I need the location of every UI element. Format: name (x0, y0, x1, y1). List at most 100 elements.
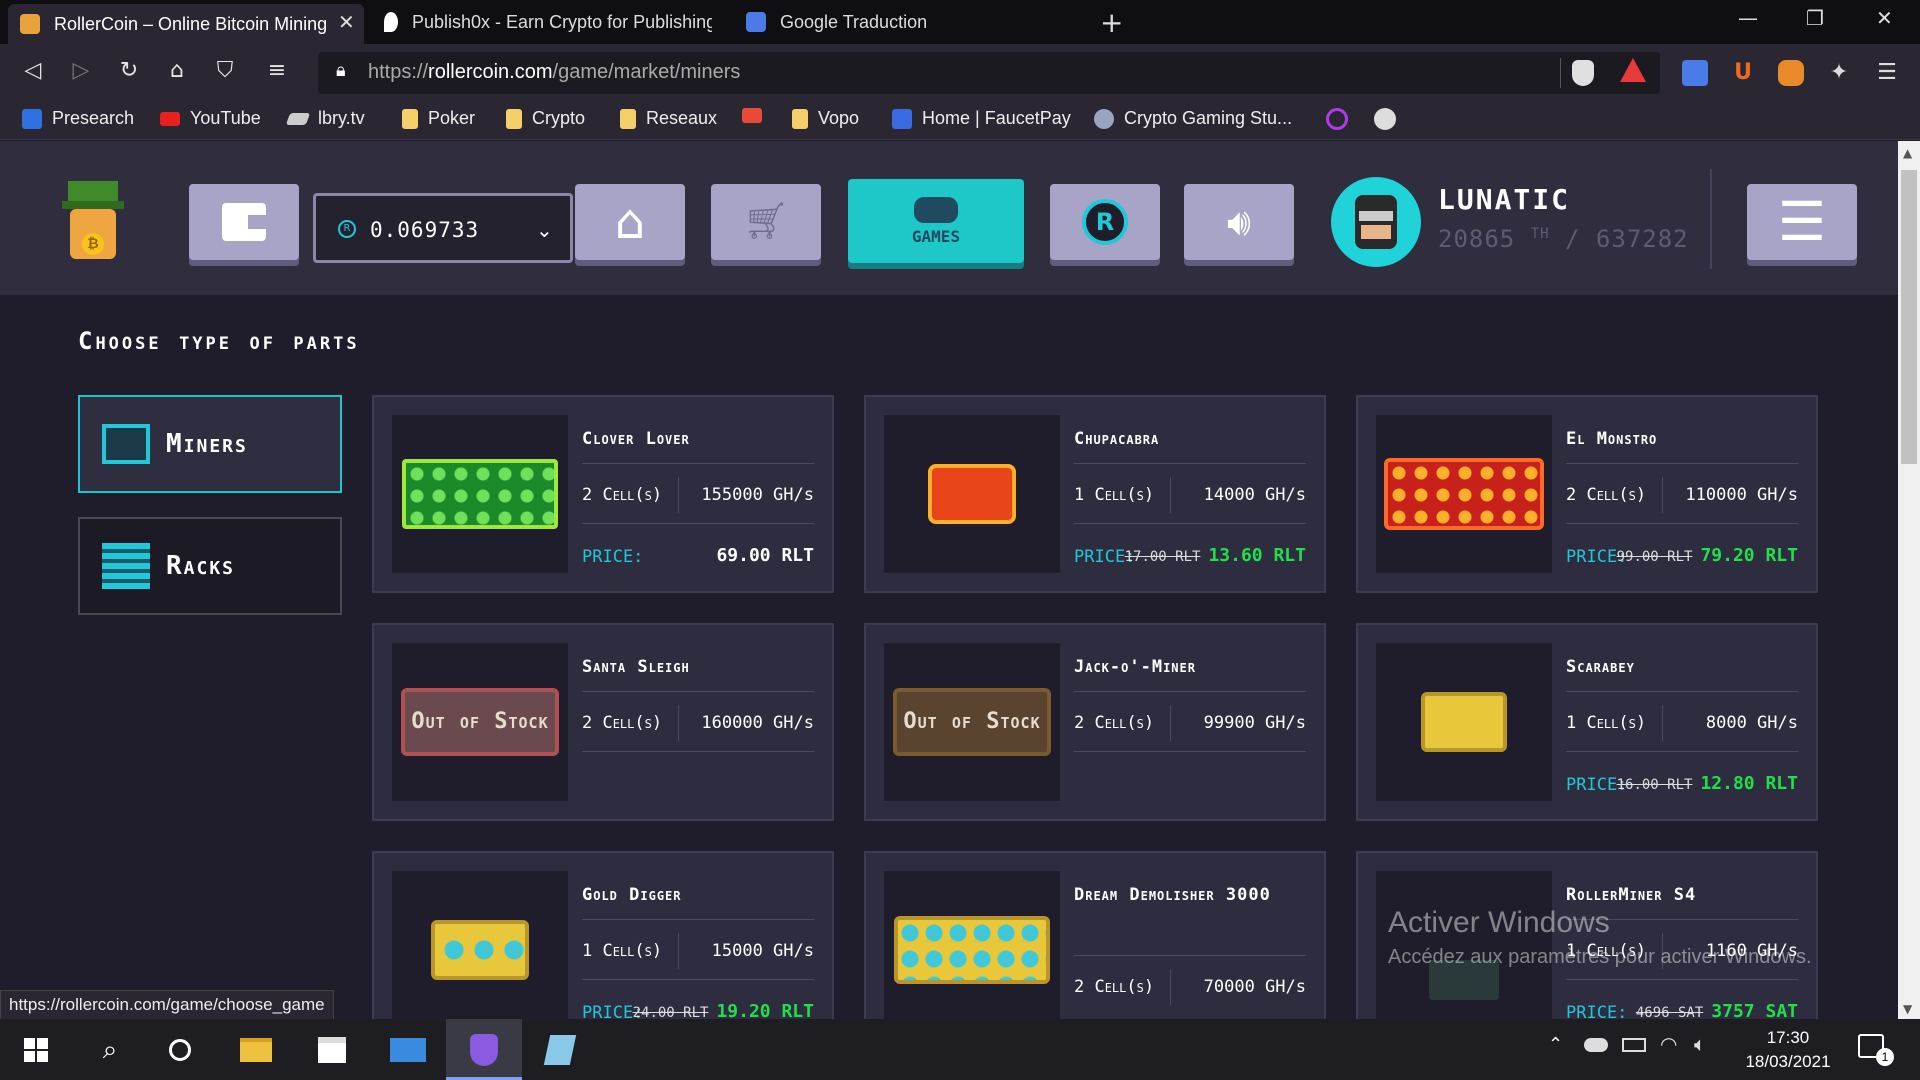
brave-icon (464, 1030, 504, 1070)
bookmark-vopo[interactable]: Vopo (792, 108, 859, 129)
game-header: ₿ R 0.069733 ⌄ ⌂ 🛒︎ GAMES R 🔊︎ LUNATIC 2… (0, 141, 1898, 295)
system-clock[interactable]: 17:30 18/03/2021 (1738, 1026, 1838, 1074)
miner-price: 17.00 RLT 13.60 RLT (1124, 545, 1306, 566)
miner-name: Jack-o'-Miner (1074, 657, 1196, 677)
scroll-up-icon[interactable]: ▲ (1903, 146, 1912, 160)
folder-icon (402, 108, 418, 129)
volume-icon[interactable]: 🔈︎ (1694, 1032, 1706, 1056)
miner-icon (102, 424, 150, 464)
rollercoin-logo[interactable]: ₿ (58, 181, 128, 263)
reader-mode-icon[interactable]: ≡ (262, 58, 292, 83)
rlt-button[interactable]: R (1050, 184, 1160, 260)
bookmark-reseaux[interactable]: Reseaux (620, 108, 717, 129)
miner-card-santa-sleigh[interactable]: Out of Stock Santa Sleigh 2 Cell(s) 1600… (372, 623, 834, 821)
globe-icon[interactable] (1374, 108, 1396, 130)
bookmark-presearch[interactable]: Presearch (22, 108, 134, 129)
address-bar[interactable]: 🔒︎ https://rollercoin.com/game/market/mi… (318, 52, 1660, 94)
tab-publish0x[interactable]: Publish0x - Earn Crypto for Publishing (372, 4, 728, 40)
bookmark-poker[interactable]: Poker (402, 108, 475, 129)
miner-cells: 2 Cell(s) (1566, 485, 1647, 505)
home-icon[interactable]: ⌂ (162, 58, 192, 83)
clock-time: 17:30 (1766, 1028, 1810, 1047)
brave-rewards-icon[interactable] (1620, 58, 1646, 82)
bookmark-label: lbry.tv (318, 108, 365, 128)
sound-button[interactable]: 🔊︎ (1184, 184, 1294, 260)
tab-rollercoin[interactable]: RollerCoin – Online Bitcoin Mining (8, 4, 364, 44)
lock-icon: 🔒︎ (336, 60, 346, 81)
task-view-icon[interactable] (160, 1030, 200, 1070)
notification-badge: 1 (1876, 1048, 1894, 1066)
tab-title: RollerCoin – Online Bitcoin Mining (54, 13, 328, 34)
bookmark-faucetpay[interactable]: Home | FaucetPay (892, 108, 1071, 129)
mail-icon[interactable] (388, 1030, 428, 1070)
metamask-icon[interactable] (1778, 60, 1804, 86)
bookmark-crypto-gaming[interactable]: Crypto Gaming Stu... (1094, 108, 1292, 129)
tray-chevron-icon[interactable]: ⌃ (1548, 1034, 1563, 1055)
folder-icon (620, 108, 636, 129)
miner-power: 99900 GH/s (1203, 713, 1306, 733)
gamepad-icon (914, 196, 958, 223)
home-button[interactable]: ⌂ (575, 184, 685, 260)
onedrive-icon[interactable] (1584, 1038, 1608, 1052)
miner-card-clover-lover[interactable]: Clover Lover 2 Cell(s) 155000 GH/s PRICE… (372, 395, 834, 593)
menu-button[interactable]: ☰ (1747, 184, 1857, 260)
google-translate-extension-icon[interactable] (1682, 60, 1708, 86)
category-label: Racks (166, 551, 236, 581)
menu-icon[interactable]: ☰ (1874, 60, 1900, 86)
miner-image (392, 415, 568, 573)
category-miners[interactable]: Miners (78, 395, 342, 493)
bookmark-label: Vopo (818, 108, 860, 128)
balance-dropdown[interactable]: R 0.069733 ⌄ (313, 193, 573, 263)
miner-card-chupacabra[interactable]: Chupacabra 1 Cell(s) 14000 GH/s PRICE: 1… (864, 395, 1326, 593)
bookmark-label: Presearch (52, 108, 135, 128)
miner-card-jack-o-miner[interactable]: Out of Stock Jack-o'-Miner 2 Cell(s) 999… (864, 623, 1326, 821)
url-text: https://rollercoin.com/game/market/miner… (368, 61, 741, 83)
bookmark-label: Crypto Gaming Stu... (1124, 108, 1293, 128)
games-button[interactable]: GAMES (848, 179, 1024, 263)
miner-card-dream-demolisher[interactable]: Dream Demolisher 3000 2 Cell(s) 70000 GH… (864, 851, 1326, 1019)
extensions-icon[interactable]: ✦ (1826, 60, 1852, 86)
tab-close-icon[interactable]: ✕ (338, 10, 355, 34)
reload-icon[interactable]: ↻ (114, 58, 144, 83)
miner-card-gold-digger[interactable]: Gold Digger 1 Cell(s) 15000 GH/s PRICE: … (372, 851, 834, 1019)
forward-icon[interactable]: ▷ (66, 58, 96, 83)
bookmark-icon[interactable]: ⛉ (210, 58, 240, 83)
windows-activation-title: Activer Windows (1388, 906, 1610, 939)
miner-card-scarabey[interactable]: Scarabey 1 Cell(s) 8000 GH/s PRICE: 16.0… (1356, 623, 1818, 821)
miner-cells: 2 Cell(s) (1074, 977, 1155, 997)
bookmark-gmail[interactable] (742, 108, 772, 123)
avatar[interactable] (1331, 177, 1421, 267)
miner-power: 15000 GH/s (711, 941, 814, 961)
store-icon[interactable] (312, 1030, 352, 1070)
bookmark-circle-icon[interactable] (1326, 108, 1348, 130)
ublock-icon[interactable]: U (1730, 60, 1756, 86)
brave-shield-icon[interactable] (1572, 60, 1594, 86)
new-tab-button[interactable]: + (1100, 6, 1123, 39)
lbry-icon (285, 112, 311, 125)
bookmark-youtube[interactable]: YouTube (160, 108, 261, 129)
market-button[interactable]: 🛒︎ (711, 184, 821, 260)
close-window-button[interactable]: ✕ (1876, 6, 1893, 30)
bookmark-crypto[interactable]: Crypto (506, 108, 585, 129)
scroll-down-icon[interactable]: ▼ (1903, 1002, 1912, 1016)
minimize-button[interactable]: — (1738, 6, 1758, 30)
miner-price: 69.00 RLT (716, 545, 814, 566)
notepad-icon[interactable] (540, 1030, 580, 1070)
wallet-button[interactable] (189, 184, 299, 260)
windows-start-icon[interactable] (16, 1030, 56, 1070)
miner-power: 110000 GH/s (1685, 485, 1798, 505)
folder-icon (506, 108, 522, 129)
category-racks[interactable]: Racks (78, 517, 342, 615)
back-icon[interactable]: ◁ (18, 58, 48, 83)
scrollbar-thumb[interactable] (1901, 170, 1917, 464)
tab-google-translate[interactable]: Google Traduction (734, 4, 1090, 40)
file-explorer-icon[interactable] (236, 1030, 276, 1070)
miner-name: Scarabey (1566, 657, 1635, 677)
google-translate-favicon-icon (746, 12, 766, 32)
restore-button[interactable]: ❐ (1806, 6, 1824, 30)
bookmark-lbry[interactable]: lbry.tv (285, 108, 365, 129)
miner-card-el-monstro[interactable]: El Monstro 2 Cell(s) 110000 GH/s PRICE: … (1356, 395, 1818, 593)
wifi-icon[interactable]: ◠ (1660, 1032, 1677, 1056)
battery-icon[interactable] (1622, 1038, 1646, 1052)
search-icon[interactable]: ⌕ (90, 1030, 130, 1070)
